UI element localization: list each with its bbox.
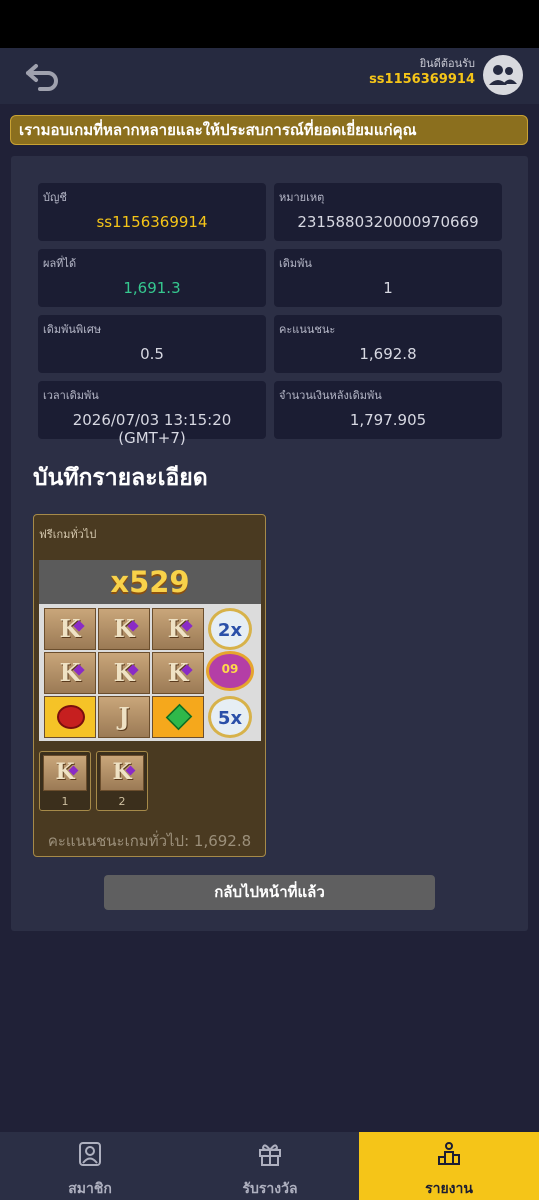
bet-detail-panel: บัญชี ss1156369914 หมายเหตุ 231588032000…: [11, 156, 528, 931]
welcome-label: ยินดีต้อนรับ: [419, 57, 475, 70]
scatter-coin-icon: 09: [206, 651, 254, 691]
user-avatar-icon[interactable]: [483, 55, 523, 95]
winning-symbol-1: K 1: [39, 751, 91, 811]
symbol-k: K: [44, 608, 96, 650]
card-title: ฟรีเกมทั่วไป: [39, 528, 97, 541]
result-label: ผลที่ได้: [43, 257, 77, 270]
back-arrow-icon[interactable]: [22, 58, 66, 94]
status-bar: [0, 0, 539, 48]
record-title: บันทึกรายละเอียด: [33, 465, 208, 491]
winning-symbol-2: K 2: [96, 751, 148, 811]
bet-time-value: 2026/07/03 13:15:20 (GMT+7): [72, 411, 232, 447]
tab-label: สมาชิก: [68, 1181, 112, 1197]
symbol-k: K: [152, 652, 204, 694]
symbol-k: K: [98, 608, 150, 650]
report-icon: [438, 1142, 460, 1165]
win-score-cell: คะแนนชนะ 1,692.8: [274, 315, 502, 373]
winning-symbol-index: 1: [61, 795, 69, 808]
symbol-k: K: [44, 652, 96, 694]
note-label: หมายเหตุ: [279, 191, 325, 204]
top-header: ยินดีต้อนรับ ss1156369914: [0, 48, 539, 104]
special-bet-label: เดิมพันพิเศษ: [43, 323, 102, 336]
tab-label: รับรางวัล: [242, 1181, 298, 1197]
result-value: 1,691.3: [123, 279, 181, 297]
multiplier-value: x529: [110, 565, 190, 599]
tab-member[interactable]: สมาชิก: [0, 1132, 180, 1200]
bet-time-cell: เวลาเดิมพัน 2026/07/03 13:15:20 (GMT+7): [38, 381, 266, 447]
multiplier-banner: x529: [39, 560, 261, 604]
username: ss1156369914: [369, 72, 475, 87]
announcement-marquee: เรามอบเกมที่หลากหลายและให้ประสบการณ์ที่ย…: [10, 115, 528, 145]
welcome-block: ยินดีต้อนรับ ss1156369914: [369, 57, 475, 89]
gift-icon: [259, 1144, 281, 1166]
win-score-label: คะแนนชนะ: [279, 323, 336, 336]
balance-after-cell: จำนวนเงินหลังเดิมพัน 1,797.905: [274, 381, 502, 439]
result-cell: ผลที่ได้ 1,691.3: [38, 249, 266, 307]
special-bet-value: 0.5: [140, 345, 164, 363]
bet-label: เดิมพัน: [279, 257, 312, 270]
reel-grid: K K K 2x K K K 09 J 5x: [39, 604, 261, 741]
bet-value: 1: [383, 279, 393, 297]
bottom-tab-bar: สมาชิก รับรางวัล รายงาน: [0, 1132, 539, 1200]
multiplier-coin-5x-icon: 5x: [208, 696, 252, 738]
green-gem-icon: [152, 696, 204, 738]
free-game-card: ฟรีเกมทั่วไป x529 K K K 2x K K K 09 J 5x…: [33, 514, 266, 857]
account-value: ss1156369914: [96, 213, 208, 231]
back-to-previous-button[interactable]: กลับไปหน้าที่แล้ว: [104, 875, 435, 910]
winning-symbol-index: 2: [118, 795, 126, 808]
win-score-value: 1,692.8: [359, 345, 417, 363]
bet-cell: เดิมพัน 1: [274, 249, 502, 307]
bet-time-label: เวลาเดิมพัน: [43, 389, 99, 402]
account-cell: บัญชี ss1156369914: [38, 183, 266, 241]
card-total-score: คะแนนชนะเกมทั่วไป: 1,692.8: [47, 832, 252, 850]
note-value: 2315880320000970669: [297, 213, 479, 231]
red-gem-icon: [44, 696, 96, 738]
note-cell: หมายเหตุ 2315880320000970669: [274, 183, 502, 241]
balance-after-label: จำนวนเงินหลังเดิมพัน: [279, 389, 382, 402]
symbol-k: K: [98, 652, 150, 694]
account-label: บัญชี: [43, 191, 67, 204]
multiplier-coin-2x-icon: 2x: [208, 608, 252, 650]
tab-report[interactable]: รายงาน: [359, 1132, 539, 1200]
member-icon: [79, 1142, 101, 1166]
tab-rewards[interactable]: รับรางวัล: [180, 1132, 360, 1200]
symbol-j: J: [98, 696, 150, 738]
tab-label: รายงาน: [425, 1181, 473, 1197]
special-bet-cell: เดิมพันพิเศษ 0.5: [38, 315, 266, 373]
symbol-k: K: [152, 608, 204, 650]
balance-after-value: 1,797.905: [349, 411, 427, 429]
